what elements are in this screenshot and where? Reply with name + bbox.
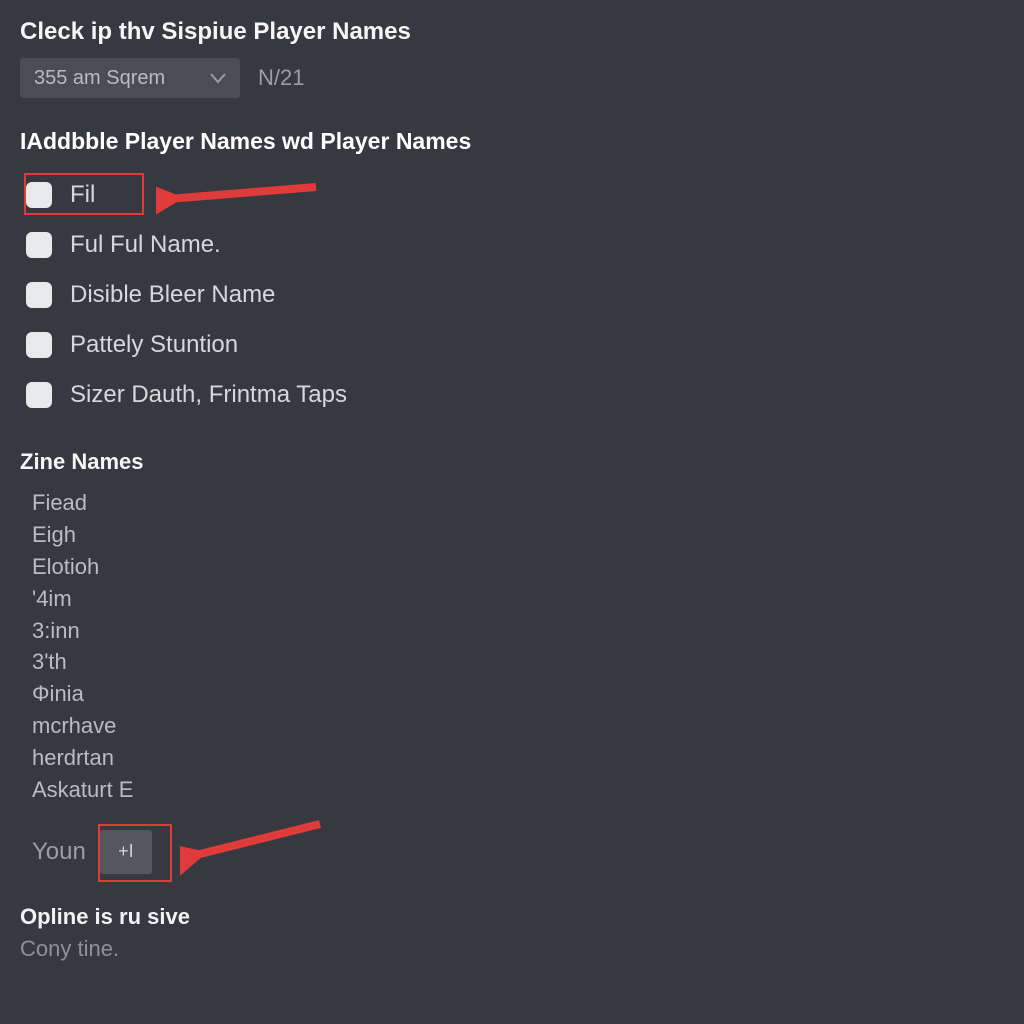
checkbox-sizer[interactable] <box>26 382 52 408</box>
section-zine-title: Zine Names <box>20 449 1004 475</box>
list-item: mcrhave <box>32 710 1004 742</box>
option-label: Fil <box>70 181 95 209</box>
list-item: 3:inn <box>32 615 1004 647</box>
option-row-fil: Fil <box>26 181 1004 209</box>
page-title: Cleck ip thv Sispiue Player Names <box>20 18 1004 46</box>
list-item: herdrtan <box>32 742 1004 774</box>
checkbox-pattely[interactable] <box>26 332 52 358</box>
section-player-names-title: IAddbble Player Names wd Player Names <box>20 128 1004 155</box>
option-row-disible: Disible Bleer Name <box>26 281 1004 309</box>
side-code: N/21 <box>258 65 304 91</box>
footer-title: Opline is ru sive <box>20 904 1004 930</box>
option-label: Sizer Dauth, Frintma Taps <box>70 381 347 409</box>
checkbox-disible[interactable] <box>26 282 52 308</box>
list-item: Fiead <box>32 487 1004 519</box>
zine-list: Fiead Eigh Elotioh '4im 3:inn 3'th Φinia… <box>20 487 1004 806</box>
select-value: 355 am Sqrem <box>34 67 165 90</box>
list-item: Eigh <box>32 519 1004 551</box>
youn-row: Youn +I <box>20 830 1004 874</box>
chevron-down-icon <box>210 72 226 84</box>
option-row-sizer: Sizer Dauth, Frintma Taps <box>26 381 1004 409</box>
option-label: Disible Bleer Name <box>70 281 275 309</box>
list-item: Φinia <box>32 678 1004 710</box>
option-row-pattely: Pattely Stuntion <box>26 331 1004 359</box>
list-item: Elotioh <box>32 551 1004 583</box>
select-row: 355 am Sqrem N/21 <box>20 58 1004 98</box>
option-label: Ful Ful Name. <box>70 231 221 259</box>
arrow-left-icon <box>180 818 330 878</box>
checkbox-fil[interactable] <box>26 182 52 208</box>
list-item: 3'th <box>32 646 1004 678</box>
list-item: '4im <box>32 583 1004 615</box>
youn-label: Youn <box>32 838 86 866</box>
list-item: Askaturt E <box>32 774 1004 806</box>
footer-sub: Cony tine. <box>20 936 1004 962</box>
checkbox-fullname[interactable] <box>26 232 52 258</box>
add-button[interactable]: +I <box>100 830 152 874</box>
options-list: Fil Ful Ful Name. Disible Bleer Name Pat… <box>20 181 1004 409</box>
option-row-fullname: Ful Ful Name. <box>26 231 1004 259</box>
time-select[interactable]: 355 am Sqrem <box>20 58 240 98</box>
arrow-left-icon <box>156 177 326 217</box>
option-label: Pattely Stuntion <box>70 331 238 359</box>
